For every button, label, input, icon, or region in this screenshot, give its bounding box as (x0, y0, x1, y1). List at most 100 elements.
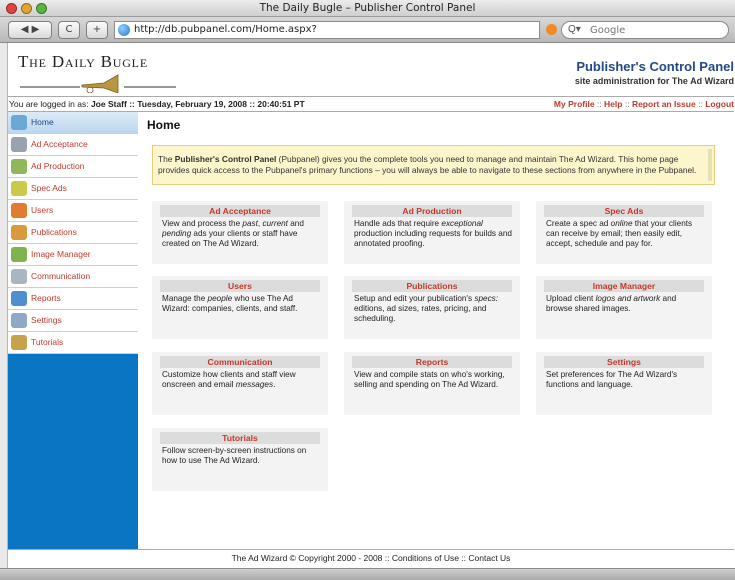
sidebar-item-label: Publications (31, 227, 77, 237)
tutorials-icon (11, 335, 27, 350)
card-title-link[interactable]: Tutorials (160, 432, 320, 444)
address-bar[interactable]: http://db.pubpanel.com/Home.aspx? (114, 21, 540, 39)
control-panel-title: Publisher's Control Panel (576, 59, 734, 74)
card-title-link[interactable]: Publications (352, 280, 512, 292)
link-separator: :: (698, 99, 703, 109)
logout-link[interactable]: Logout (705, 99, 734, 109)
search-field[interactable]: Q▾ (561, 21, 729, 39)
sidebar-item-label: Tutorials (31, 337, 64, 347)
card-tutorials: Tutorials Follow screen-by-screen instru… (152, 428, 328, 491)
card-description: View and compile stats on who's working,… (354, 370, 505, 389)
sidebar-item-reports[interactable]: Reports (8, 288, 138, 310)
card-title-link[interactable]: Communication (160, 356, 320, 368)
globe-icon (118, 24, 130, 36)
card-title-link[interactable]: Settings (544, 356, 704, 368)
sidebar-item-label: Image Manager (31, 249, 91, 259)
sidebar-item-communication[interactable]: Communication (8, 266, 138, 288)
card-users: Users Manage the people who use The Ad W… (152, 276, 328, 339)
card-title-link[interactable]: Ad Production (352, 205, 512, 217)
sidebar-item-ad-production[interactable]: Ad Production (8, 156, 138, 178)
card-title-link[interactable]: Users (160, 280, 320, 292)
sidebar: Home Ad Acceptance Ad Production Spec Ad… (8, 112, 138, 549)
bugle-logo-icon (20, 74, 176, 93)
card-title-link[interactable]: Spec Ads (544, 205, 704, 217)
users-icon (11, 203, 27, 218)
sidebar-item-label: Reports (31, 293, 61, 303)
card-description: Setup and edit your publication's specs:… (354, 294, 499, 323)
page-footer: The Ad Wizard © Copyright 2000 - 2008 ::… (8, 549, 734, 566)
card-description: Handle ads that require exceptional prod… (354, 219, 512, 248)
sidebar-item-label: Ad Acceptance (31, 139, 88, 149)
sidebar-item-home[interactable]: Home (8, 112, 138, 134)
sidebar-item-label: Settings (31, 315, 62, 325)
sidebar-item-label: Users (31, 205, 54, 215)
window-titlebar: The Daily Bugle – Publisher Control Pane… (0, 0, 735, 17)
card-image-manager: Image Manager Upload client logos and ar… (536, 276, 712, 339)
back-forward-button[interactable]: ◀ ▶ (8, 21, 52, 39)
sidebar-item-users[interactable]: Users (8, 200, 138, 222)
publications-icon (11, 225, 27, 240)
login-prefix: You are logged in as: (9, 99, 89, 109)
browser-toolbar: ◀ ▶ C + http://db.pubpanel.com/Home.aspx… (0, 17, 735, 43)
intro-scrollbar[interactable] (708, 149, 712, 181)
link-separator: :: (624, 99, 630, 109)
card-description: Create a spec ad online that your client… (546, 219, 693, 248)
address-url[interactable]: http://db.pubpanel.com/Home.aspx? (134, 24, 317, 35)
main-content: Home The Publisher's Control Panel (Pubp… (138, 112, 734, 549)
logo[interactable]: The Daily Bugle (18, 52, 148, 72)
intro-panel: The Publisher's Control Panel (Pubpanel)… (152, 145, 715, 185)
sidebar-item-tutorials[interactable]: Tutorials (8, 332, 138, 354)
card-title-link[interactable]: Ad Acceptance (160, 205, 320, 217)
card-communication: Communication Customize how clients and … (152, 352, 328, 415)
communication-icon (11, 269, 27, 284)
card-description: Set preferences for The Ad Wizard's func… (546, 370, 678, 389)
card-reports: Reports View and compile stats on who's … (344, 352, 520, 415)
snapback-icon[interactable] (546, 24, 557, 35)
settings-icon (11, 313, 27, 328)
report-issue-link[interactable]: Report an Issue (632, 99, 696, 109)
spec-ads-icon (11, 181, 27, 196)
sidebar-item-settings[interactable]: Settings (8, 310, 138, 332)
control-panel-subtitle: site administration for The Ad Wizard (574, 76, 734, 86)
card-ad-acceptance: Ad Acceptance View and process the past,… (152, 201, 328, 264)
card-description: View and process the past, current and p… (162, 219, 304, 248)
sidebar-item-ad-acceptance[interactable]: Ad Acceptance (8, 134, 138, 156)
login-datetime: :: Tuesday, February 19, 2008 :: 20:40:5… (129, 99, 305, 109)
sidebar-item-label: Communication (31, 271, 91, 281)
my-profile-link[interactable]: My Profile (554, 99, 595, 109)
card-description: Upload client logos and artwork and brow… (546, 294, 677, 313)
sidebar-item-label: Spec Ads (31, 183, 67, 193)
card-settings: Settings Set preferences for The Ad Wiza… (536, 352, 712, 415)
user-info-bar: You are logged in as: Joe Staff :: Tuesd… (8, 96, 734, 112)
help-link[interactable]: Help (604, 99, 622, 109)
sidebar-item-label: Home (31, 117, 54, 127)
browser-statusbar (0, 568, 735, 580)
reload-button[interactable]: C (58, 21, 80, 39)
window-title: The Daily Bugle – Publisher Control Pane… (259, 2, 476, 14)
card-description: Manage the people who use The Ad Wizard:… (162, 294, 298, 313)
sidebar-item-publications[interactable]: Publications (8, 222, 138, 244)
sidebar-item-image-manager[interactable]: Image Manager (8, 244, 138, 266)
login-status: You are logged in as: Joe Staff :: Tuesd… (9, 99, 305, 109)
card-spec-ads: Spec Ads Create a spec ad online that yo… (536, 201, 712, 264)
ad-production-icon (11, 159, 27, 174)
image-manager-icon (11, 247, 27, 262)
card-title-link[interactable]: Image Manager (544, 280, 704, 292)
login-user: Joe Staff (90, 99, 127, 109)
reports-icon (11, 291, 27, 306)
add-bookmark-button[interactable]: + (86, 21, 108, 39)
ad-acceptance-icon (11, 137, 27, 152)
search-icon[interactable]: Q▾ (568, 24, 581, 35)
card-title-link[interactable]: Reports (352, 356, 512, 368)
account-links: My Profile :: Help :: Report an Issue ::… (554, 99, 734, 109)
sidebar-item-spec-ads[interactable]: Spec Ads (8, 178, 138, 200)
link-separator: :: (596, 99, 602, 109)
page-header: The Daily Bugle Publisher's Control Pane… (8, 43, 734, 96)
page-title: Home (147, 118, 181, 132)
window-left-edge (0, 43, 8, 568)
card-description: Follow screen-by-screen instructions on … (162, 446, 307, 465)
card-publications: Publications Setup and edit your publica… (344, 276, 520, 339)
search-input[interactable] (590, 23, 720, 37)
home-icon (11, 115, 27, 130)
sidebar-item-label: Ad Production (31, 161, 85, 171)
